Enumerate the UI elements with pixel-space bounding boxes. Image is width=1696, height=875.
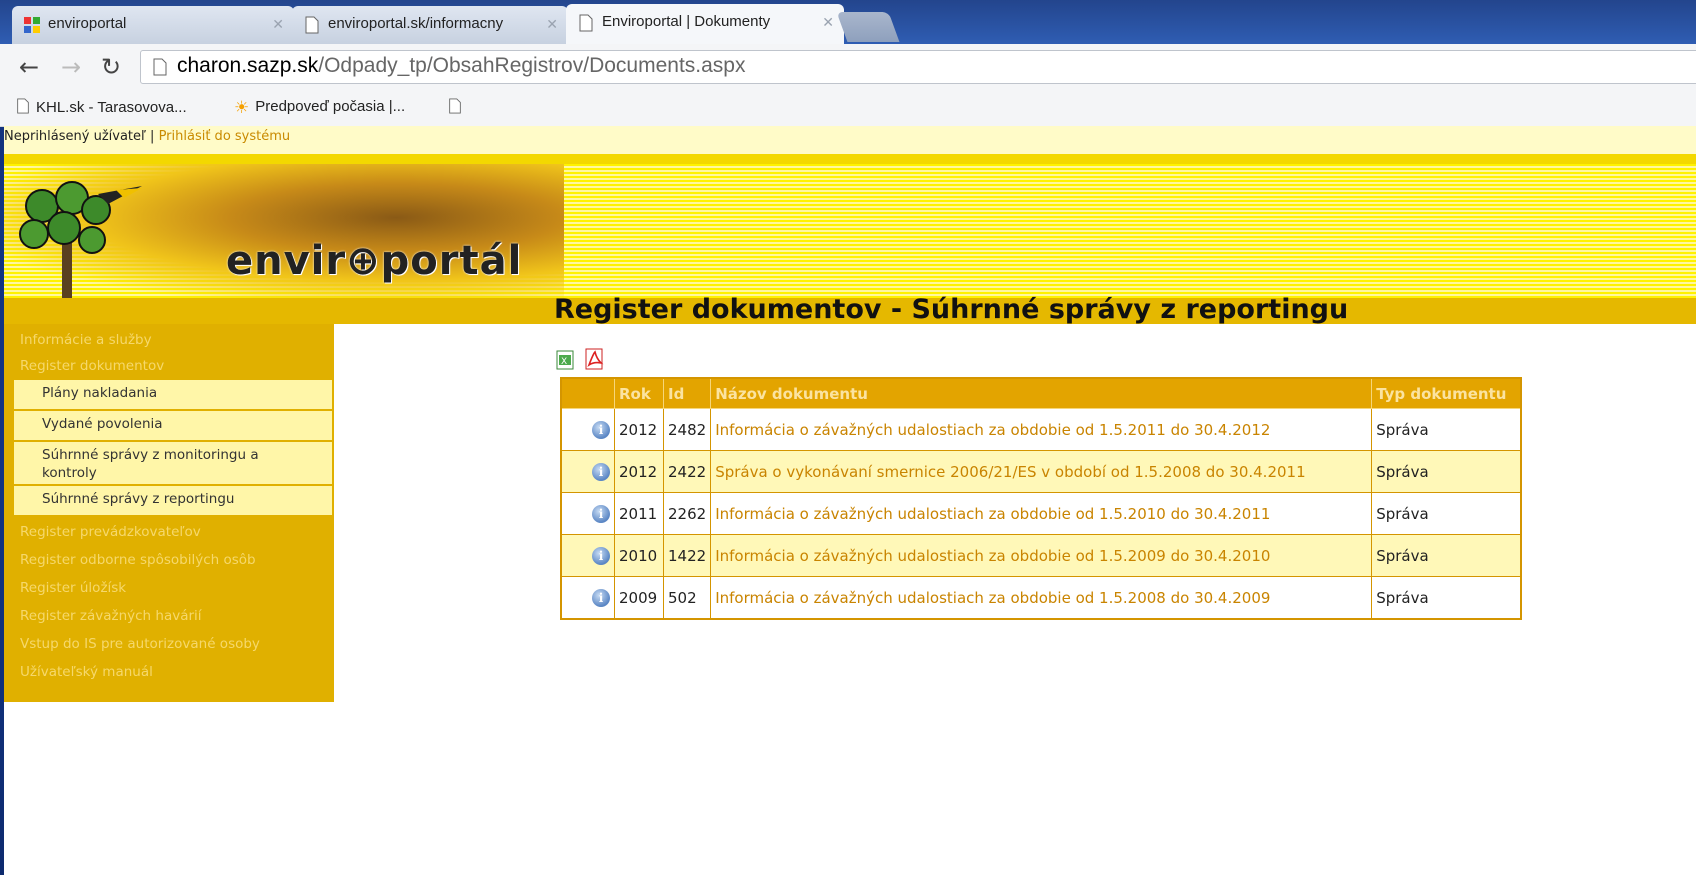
- cell-document-link[interactable]: Informácia o závažných udalostiach za ob…: [710, 492, 1373, 535]
- table-row: i 2010 1422 Informácia o závažných udalo…: [560, 534, 1522, 577]
- url-host: charon.sazp.sk: [177, 54, 319, 77]
- cell-type: Správa: [1371, 408, 1522, 451]
- new-tab-button[interactable]: [836, 12, 900, 42]
- pdf-export-icon[interactable]: [585, 348, 605, 374]
- close-icon[interactable]: ✕: [272, 6, 284, 42]
- sidebar-sub-reporting[interactable]: Súhrnné správy z reportingu: [14, 486, 332, 515]
- tab-title: enviroportal: [48, 15, 127, 32]
- info-icon[interactable]: i: [592, 463, 610, 481]
- sidebar-sub-monitoring[interactable]: Súhrnné správy z monitoringu a kontroly: [14, 442, 332, 484]
- cell-type: Správa: [1371, 534, 1522, 577]
- bookmark-khl[interactable]: KHL.sk - Tarasovova...: [16, 98, 187, 116]
- tab-title: enviroportal.sk/informacny: [328, 15, 504, 32]
- sidebar-item-odborne[interactable]: Register odborne spôsobilých osôb: [20, 552, 256, 568]
- cell-year: 2010: [614, 534, 664, 577]
- sidebar-sub-plany[interactable]: Plány nakladania: [14, 380, 332, 409]
- table-row: i 2012 2482 Informácia o závažných udalo…: [560, 408, 1522, 451]
- reload-icon[interactable]: ↻: [96, 52, 126, 82]
- documents-table: Rok Id Názov dokumentu Typ dokumentu i 2…: [560, 377, 1523, 620]
- info-icon[interactable]: i: [592, 505, 610, 523]
- sidebar-item-manual[interactable]: Užívateľský manuál: [20, 664, 153, 680]
- cell-id: 2262: [662, 492, 712, 535]
- cell-document-link[interactable]: Informácia o závažných udalostiach za ob…: [710, 534, 1373, 577]
- cell-id: 502: [662, 576, 712, 620]
- sidebar-item-informacie[interactable]: Informácie a služby: [20, 332, 152, 348]
- forward-arrow-icon[interactable]: →: [56, 52, 86, 82]
- sidebar-item-ulozisk[interactable]: Register úložísk: [20, 580, 126, 596]
- bookmark-label: KHL.sk - Tarasovova...: [36, 99, 187, 116]
- close-icon[interactable]: ✕: [822, 4, 834, 40]
- table-row: i 2012 2422 Správa o vykonávaní smernice…: [560, 450, 1522, 493]
- url-text: charon.sazp.sk/Odpady_tp/ObsahRegistrov/…: [177, 54, 745, 78]
- address-bar[interactable]: charon.sazp.sk/Odpady_tp/ObsahRegistrov/…: [140, 50, 1696, 84]
- browser-tab-strip: enviroportal ✕ enviroportal.sk/informacn…: [0, 0, 1696, 44]
- bookmark-pocasie[interactable]: ☀ Predpoveď počasia |...: [234, 98, 406, 117]
- table-row: i 2009 502 Informácia o závažných udalos…: [560, 576, 1522, 620]
- tab-dokumenty[interactable]: Enviroportal | Dokumenty ✕: [566, 4, 844, 44]
- page-icon: [449, 98, 461, 114]
- bookmark-blank[interactable]: [448, 98, 468, 116]
- cell-type: Správa: [1371, 576, 1522, 620]
- cell-year: 2012: [614, 408, 664, 451]
- url-path: /Odpady_tp/ObsahRegistrov/Documents.aspx: [318, 54, 746, 77]
- sidebar-item-vstup[interactable]: Vstup do IS pre autorizované osoby: [20, 636, 260, 652]
- login-status: Neprihlásený užívateľ: [4, 129, 146, 144]
- page-icon: [305, 16, 319, 34]
- sidebar-item-prevadzkovatelov[interactable]: Register prevádzkovateľov: [20, 524, 201, 540]
- table-row: i 2011 2262 Informácia o závažných udalo…: [560, 492, 1522, 535]
- sidebar-sub-povolenia[interactable]: Vydané povolenia: [14, 411, 332, 440]
- export-toolbar: X: [556, 348, 611, 374]
- app-icon: [24, 17, 40, 33]
- tab-enviroportal[interactable]: enviroportal ✕: [12, 6, 294, 44]
- col-header-icon: [560, 377, 615, 409]
- col-header-nazov[interactable]: Názov dokumentu: [710, 377, 1373, 409]
- cell-type: Správa: [1371, 450, 1522, 493]
- login-separator: |: [150, 129, 155, 144]
- page-icon: [153, 58, 167, 76]
- login-bar: Neprihlásený užívateľ | Prihlásiť do sys…: [4, 126, 1696, 154]
- cell-id: 1422: [662, 534, 712, 577]
- bookmarks-bar: KHL.sk - Tarasovova... ☀ Predpoveď počasi…: [0, 92, 1696, 127]
- col-header-id[interactable]: Id: [662, 377, 712, 409]
- excel-export-icon[interactable]: X: [556, 350, 574, 374]
- close-icon[interactable]: ✕: [546, 6, 558, 42]
- cell-document-link[interactable]: Informácia o závažných udalostiach za ob…: [710, 408, 1373, 451]
- tab-enviroportal-informacny[interactable]: enviroportal.sk/informacny ✕: [292, 6, 568, 44]
- page-icon: [579, 14, 593, 32]
- back-arrow-icon[interactable]: ←: [14, 52, 44, 82]
- col-header-typ[interactable]: Typ dokumentu: [1371, 377, 1522, 409]
- col-header-rok[interactable]: Rok: [614, 377, 664, 409]
- cell-year: 2011: [614, 492, 664, 535]
- svg-text:X: X: [561, 357, 567, 367]
- web-page: Neprihlásený užívateľ | Prihlásiť do sys…: [4, 126, 1696, 875]
- tab-title: Enviroportal | Dokumenty: [602, 13, 771, 30]
- login-link[interactable]: Prihlásiť do systému: [159, 129, 291, 144]
- sun-icon: ☀: [234, 98, 250, 117]
- info-icon[interactable]: i: [592, 547, 610, 565]
- cell-year: 2009: [614, 576, 664, 620]
- cell-id: 2482: [662, 408, 712, 451]
- page-title: Register dokumentov - Súhrnné správy z r…: [554, 294, 1349, 325]
- table-header-row: Rok Id Názov dokumentu Typ dokumentu: [560, 377, 1522, 409]
- info-icon[interactable]: i: [592, 589, 610, 607]
- page-icon: [17, 98, 29, 114]
- cell-document-link[interactable]: Informácia o závažných udalostiach za ob…: [710, 576, 1373, 620]
- sidebar-item-register-dokumentov[interactable]: Register dokumentov: [20, 358, 164, 374]
- cell-id: 2422: [662, 450, 712, 493]
- tree-logo-icon: [19, 181, 142, 306]
- cell-type: Správa: [1371, 492, 1522, 535]
- cell-year: 2012: [614, 450, 664, 493]
- enviroportal-logo-text[interactable]: envir⊕portál: [226, 238, 522, 284]
- browser-toolbar: ← → ↻ charon.sazp.sk/Odpady_tp/ObsahRegi…: [0, 44, 1696, 92]
- bookmark-label: Predpoveď počasia |...: [255, 98, 406, 115]
- cell-document-link[interactable]: Správa o vykonávaní smernice 2006/21/ES …: [710, 450, 1373, 493]
- banner-top-stripe: [4, 154, 1696, 164]
- info-icon[interactable]: i: [592, 421, 610, 439]
- sidebar-item-havarii[interactable]: Register závažných havárií: [20, 608, 202, 624]
- sidebar: Informácie a služby Register dokumentov …: [4, 324, 334, 702]
